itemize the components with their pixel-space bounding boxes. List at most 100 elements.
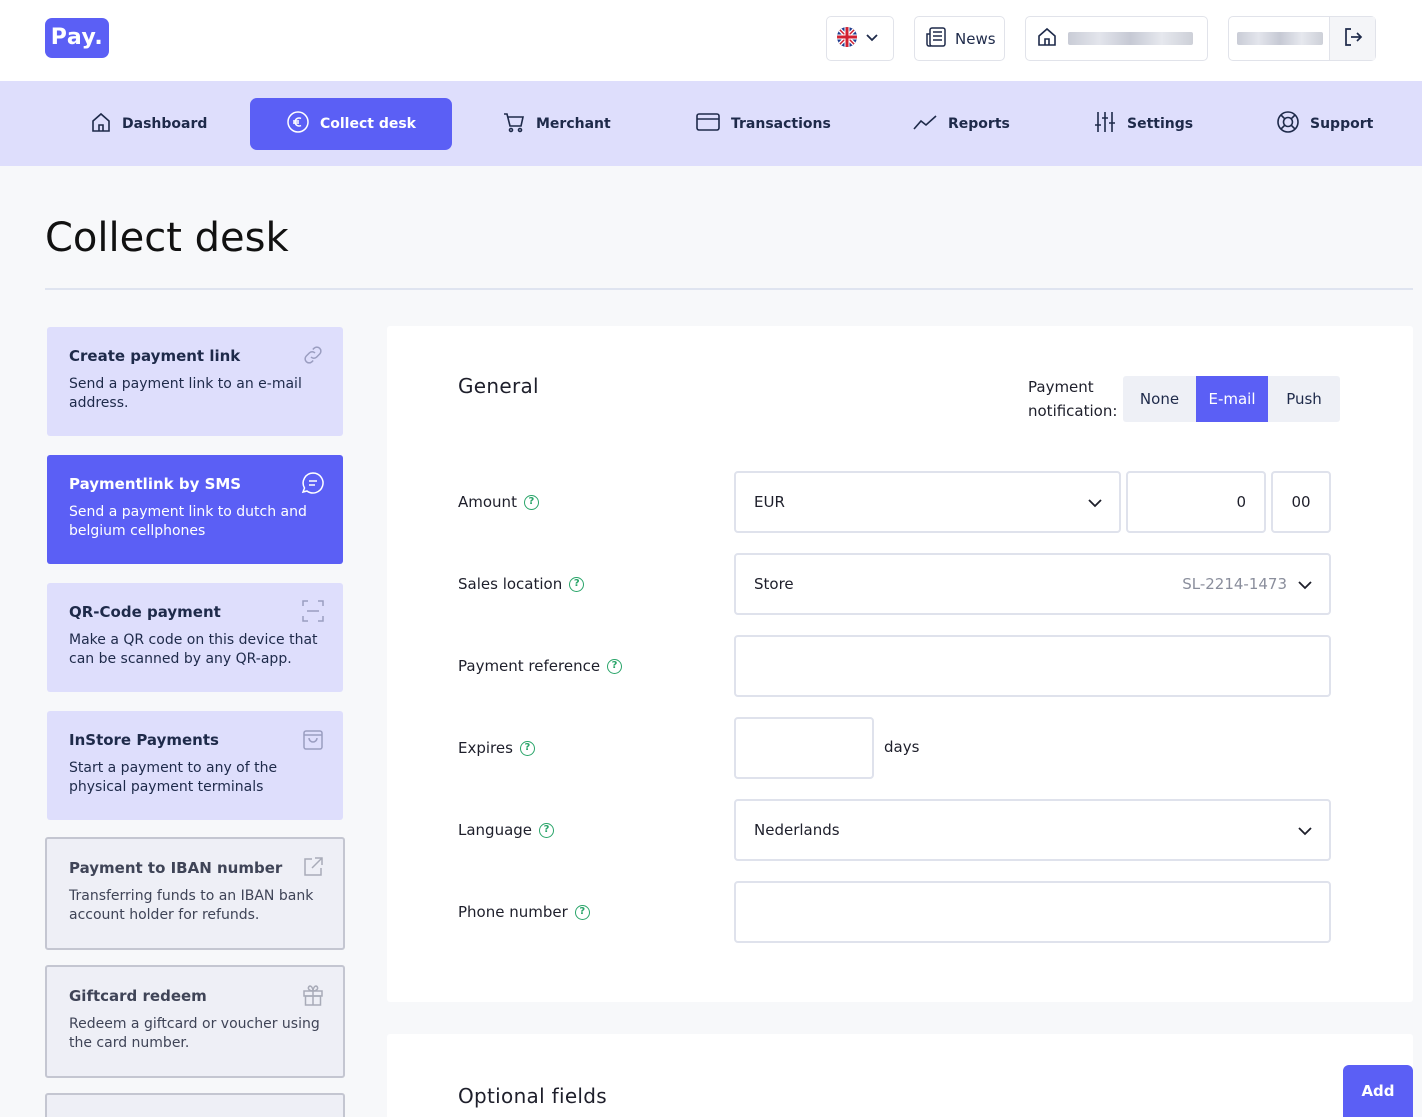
card-description: Make a QR code on this device that can b…: [69, 632, 318, 667]
sales-location-select[interactable]: Store SL-2214-1473: [734, 553, 1331, 615]
language-label: Language ?: [458, 821, 555, 839]
phone-number-input[interactable]: [734, 881, 1331, 943]
pay-logo[interactable]: Pay.: [45, 18, 109, 58]
merchant-location-selector[interactable]: [1025, 16, 1208, 61]
notification-none-button[interactable]: None: [1123, 376, 1196, 422]
home-icon: [1036, 26, 1058, 52]
phone-number-label: Phone number ?: [458, 903, 590, 921]
nav-label: Collect desk: [319, 116, 416, 132]
card-create-payment-link[interactable]: Create payment link Send a payment link …: [47, 327, 343, 436]
card-title: Create payment link: [69, 347, 241, 365]
external-link-icon: [301, 855, 325, 883]
nav-dashboard[interactable]: Dashboard: [80, 98, 217, 150]
newspaper-icon: [925, 26, 947, 52]
card-description: Send a payment link to an e-mail address…: [69, 376, 302, 411]
card-description: Transferring funds to an IBAN bank accou…: [69, 888, 314, 923]
lifebuoy-icon: [1276, 110, 1300, 138]
language-select[interactable]: Nederlands: [734, 799, 1331, 861]
chat-icon: [301, 471, 325, 499]
bag-icon: [301, 727, 325, 755]
logout-button[interactable]: [1329, 17, 1375, 60]
sales-location-label: Sales location ?: [458, 575, 585, 593]
help-icon[interactable]: ?: [523, 494, 539, 510]
expires-unit: days: [884, 738, 920, 756]
help-icon[interactable]: ?: [539, 822, 555, 838]
help-icon[interactable]: ?: [574, 904, 590, 920]
news-button[interactable]: News: [914, 16, 1005, 61]
notification-email-button[interactable]: E-mail: [1196, 376, 1268, 422]
language-switcher[interactable]: [826, 16, 894, 61]
sales-location-code: SL-2214-1473: [1182, 575, 1287, 593]
card-instore-payments[interactable]: InStore Payments Start a payment to any …: [47, 711, 343, 820]
currency-value: EUR: [754, 493, 785, 511]
qr-scan-icon: [301, 599, 325, 627]
general-panel: General Payment notification: None E-mai…: [387, 326, 1413, 1002]
help-icon[interactable]: ?: [519, 740, 535, 756]
card-title: Payment to IBAN number: [69, 859, 283, 877]
amount-whole-value: 0: [1236, 493, 1246, 511]
language-value: Nederlands: [754, 821, 840, 839]
card-more[interactable]: [45, 1093, 345, 1117]
notification-push-button[interactable]: Push: [1268, 376, 1340, 422]
gift-icon: [301, 983, 325, 1011]
card-title: InStore Payments: [69, 731, 219, 749]
section-title-optional: Optional fields: [458, 1084, 607, 1108]
card-payment-to-iban[interactable]: Payment to IBAN number Transferring fund…: [45, 837, 345, 950]
news-label: News: [955, 29, 996, 48]
help-icon[interactable]: ?: [569, 576, 585, 592]
payment-reference-label: Payment reference ?: [458, 657, 623, 675]
user-account-box[interactable]: [1228, 16, 1376, 61]
payment-notification-toggle: None E-mail Push: [1123, 376, 1340, 422]
card-title: Paymentlink by SMS: [69, 475, 242, 493]
redacted-user-name: [1237, 32, 1323, 45]
amount-label-text: Amount: [458, 493, 517, 511]
sales-location-label-text: Sales location: [458, 575, 563, 593]
page-title: Collect desk: [45, 215, 289, 261]
expires-label-text: Expires: [458, 739, 513, 757]
nav-merchant[interactable]: Merchant: [492, 98, 621, 150]
expires-label: Expires ?: [458, 739, 535, 757]
sales-location-value: Store: [754, 575, 794, 593]
sliders-icon: [1093, 110, 1117, 138]
payment-notification-label: Payment notification:: [1028, 378, 1118, 420]
amount-whole-input[interactable]: 0: [1126, 471, 1266, 533]
uk-flag-icon: [837, 26, 857, 51]
main-nav: Dashboard Collect desk Merchant Transact…: [0, 81, 1422, 166]
card-paymentlink-sms[interactable]: Paymentlink by SMS Send a payment link t…: [47, 455, 343, 564]
expires-input[interactable]: [734, 717, 874, 779]
top-bar: Pay. News: [0, 0, 1422, 81]
currency-select[interactable]: EUR: [734, 471, 1121, 533]
nav-transactions[interactable]: Transactions: [685, 98, 841, 150]
phone-number-label-text: Phone number: [458, 903, 568, 921]
credit-card-icon: [695, 111, 721, 137]
card-description: Redeem a giftcard or voucher using the c…: [69, 1016, 320, 1051]
amount-cents-input[interactable]: 00: [1271, 471, 1331, 533]
section-title-general: General: [458, 374, 539, 398]
amount-label: Amount ?: [458, 493, 539, 511]
help-icon[interactable]: ?: [607, 658, 623, 674]
chevron-down-icon: [1297, 823, 1313, 843]
amount-cents-value: 00: [1291, 493, 1311, 511]
nav-collect-desk[interactable]: Collect desk: [250, 98, 452, 150]
card-title: Giftcard redeem: [69, 987, 207, 1005]
language-label-text: Language: [458, 821, 533, 839]
payment-reference-input[interactable]: [734, 635, 1331, 697]
card-title: QR-Code payment: [69, 603, 221, 621]
nav-label: Merchant: [536, 116, 611, 132]
nav-reports[interactable]: Reports: [902, 98, 1020, 150]
payment-reference-label-text: Payment reference: [458, 657, 601, 675]
card-giftcard-redeem[interactable]: Giftcard redeem Redeem a giftcard or vou…: [45, 965, 345, 1078]
chevron-down-icon: [865, 29, 879, 48]
card-qr-code-payment[interactable]: QR-Code payment Make a QR code on this d…: [47, 583, 343, 692]
chevron-down-icon: [1297, 577, 1313, 597]
link-icon: [301, 343, 325, 371]
chart-line-icon: [912, 111, 938, 137]
add-optional-field-button[interactable]: Add: [1343, 1065, 1413, 1117]
cart-icon: [502, 110, 526, 138]
nav-label: Transactions: [731, 116, 831, 132]
euro-icon: [286, 110, 310, 138]
nav-support[interactable]: Support: [1266, 98, 1383, 150]
redacted-merchant-name: [1068, 32, 1193, 45]
nav-label: Dashboard: [122, 116, 208, 132]
nav-settings[interactable]: Settings: [1083, 98, 1203, 150]
